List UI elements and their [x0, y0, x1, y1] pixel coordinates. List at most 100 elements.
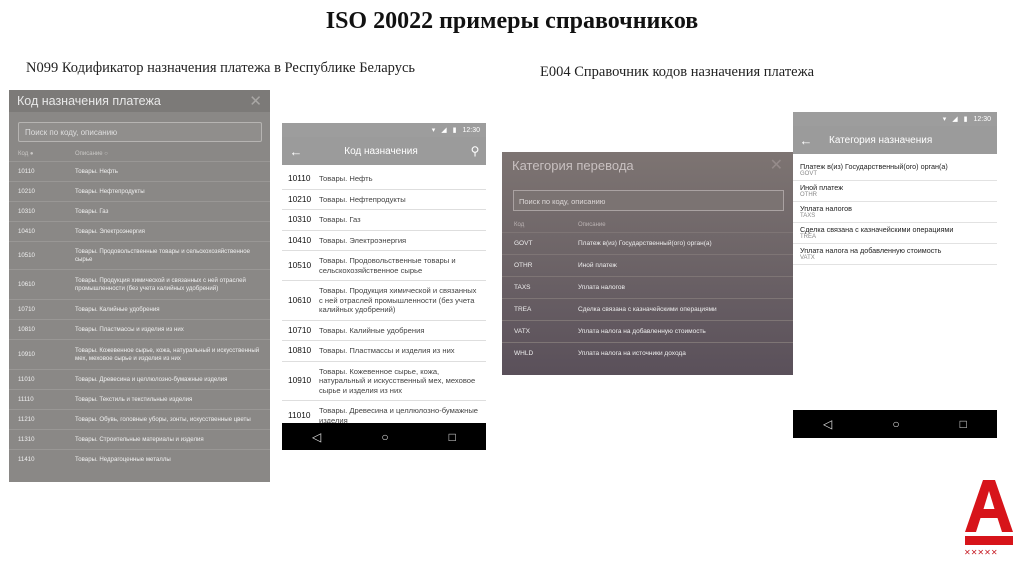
- list-item[interactable]: 10310 Товары. Газ: [282, 210, 486, 231]
- item-description: Товары. Электроэнергия: [319, 235, 407, 245]
- alfa-bank-logo-icon: [965, 480, 1013, 545]
- row-description: Товары. Электроэнергия: [75, 227, 145, 235]
- ornament-border-icon: ✕✕✕✕✕: [964, 548, 998, 557]
- android-nav-bar: ◁ ○ □: [282, 423, 486, 450]
- search-input[interactable]: Поиск по коду, описанию: [513, 190, 784, 211]
- table-row[interactable]: TREA Сделка связана с казначейскими опера…: [502, 298, 793, 320]
- table-row[interactable]: TAXS Уплата налогов: [502, 276, 793, 298]
- row-description: Товары. Калийные удобрения: [75, 305, 160, 313]
- table-row[interactable]: 10210 Товары. Нефтепродукты: [9, 181, 270, 201]
- search-input[interactable]: Поиск по коду, описанию: [18, 122, 262, 142]
- item-code: 10710: [288, 324, 312, 335]
- item-code: 10610: [288, 294, 312, 305]
- row-code: 10110: [18, 167, 35, 175]
- category-list: Платеж в(из) Государственный(ого) орган(…: [793, 154, 997, 265]
- row-description: Товары. Кожевенное сырье, кожа, натураль…: [75, 346, 260, 362]
- column-desc[interactable]: Описание: [578, 222, 606, 232]
- list-item[interactable]: Платеж в(из) Государственный(ого) орган(…: [793, 160, 997, 181]
- table-row[interactable]: 10910 Товары. Кожевенное сырье, кожа, нат…: [9, 339, 270, 369]
- wifi-icon: ▾: [942, 116, 947, 123]
- table-row[interactable]: 11210 Товары. Обувь, головные уборы, зонт…: [9, 409, 270, 429]
- column-desc[interactable]: Описание ○: [75, 151, 108, 157]
- column-headers: Код ● Описание ○: [9, 147, 270, 161]
- arrow-back-icon[interactable]: ←: [793, 133, 819, 148]
- row-code: 10910: [18, 350, 35, 358]
- row-code: 10510: [18, 251, 35, 259]
- table-row[interactable]: 10810 Товары. Пластмассы и изделия из них: [9, 319, 270, 339]
- table-row[interactable]: 11310 Товары. Строительные материалы и из…: [9, 429, 270, 449]
- dialog-title: Категория перевода: [512, 157, 634, 173]
- item-description: Товары. Кожевенное сырье, кожа, натураль…: [319, 366, 476, 395]
- list-item[interactable]: 10810 Товары. Пластмассы и изделия из них: [282, 341, 486, 362]
- table-row[interactable]: 10710 Товары. Калийные удобрения: [9, 299, 270, 319]
- nav-home-icon[interactable]: ○: [381, 430, 388, 444]
- row-code: 10410: [18, 227, 35, 235]
- table-row[interactable]: VATX Уплата налога на добавленную стоимос…: [502, 320, 793, 342]
- item-description: Товары. Продукция химической и связанных…: [319, 286, 477, 314]
- list-item[interactable]: 10510 Товары. Продовольственные товары и …: [282, 251, 486, 281]
- table-row[interactable]: WHLD Уплата налога на источники дохода: [502, 342, 793, 364]
- list-item[interactable]: Уплата налогов TAXS: [793, 202, 997, 223]
- row-code: 11410: [18, 455, 35, 463]
- item-code: VATX: [800, 255, 815, 261]
- list-item[interactable]: Иной платеж OTHR: [793, 181, 997, 202]
- nav-recent-icon[interactable]: □: [449, 430, 456, 444]
- table-row[interactable]: 10510 Товары. Продовольственные товары и …: [9, 241, 270, 269]
- transfer-category-dialog: Категория перевода ✕ Поиск по коду, опис…: [502, 152, 793, 375]
- row-code: 11110: [18, 395, 34, 403]
- status-bar: ▾ ◢ ▮ 12:30: [282, 123, 486, 137]
- item-code: 11010: [288, 409, 311, 420]
- nav-recent-icon[interactable]: □: [960, 417, 967, 431]
- column-code[interactable]: Код: [514, 222, 578, 232]
- mobile-purpose-code-screen: ▾ ◢ ▮ 12:30 ← Код назначения ⚲ 10110 Това…: [282, 123, 486, 450]
- close-icon[interactable]: ✕: [249, 92, 262, 110]
- arrow-back-icon[interactable]: ←: [284, 144, 308, 159]
- row-code: 11310: [18, 435, 35, 443]
- app-bar: ← Код назначения ⚲: [282, 137, 486, 165]
- item-name: Сделка связана с казначейскими операциям…: [800, 225, 954, 234]
- screen-title: Код назначения: [344, 145, 418, 157]
- list-item[interactable]: 10210 Товары. Нефтепродукты: [282, 190, 486, 210]
- row-description: Уплата налогов: [578, 284, 625, 291]
- item-code: 10810: [288, 345, 312, 355]
- item-name: Уплата налогов: [800, 204, 852, 213]
- item-code: 10410: [288, 234, 312, 245]
- list-item[interactable]: Сделка связана с казначейскими операциям…: [793, 223, 997, 244]
- table-row[interactable]: 10610 Товары. Продукция химической и связ…: [9, 269, 270, 299]
- list-item[interactable]: 10610 Товары. Продукция химической и связ…: [282, 281, 486, 321]
- item-description: Товары. Газ: [319, 215, 361, 224]
- close-icon[interactable]: ✕: [770, 155, 783, 175]
- table-row[interactable]: 11110 Товары. Текстиль и текстильные изде…: [9, 389, 270, 409]
- list-item[interactable]: 10110 Товары. Нефть: [282, 169, 486, 190]
- list-item[interactable]: 10910 Товары. Кожевенное сырье, кожа, нат…: [282, 362, 486, 401]
- row-description: Товары. Пластмассы и изделия из них: [75, 325, 184, 333]
- table-row[interactable]: 10310 Товары. Газ: [9, 201, 270, 221]
- nav-back-icon[interactable]: ◁: [823, 417, 832, 431]
- item-name: Платеж в(из) Государственный(ого) орган(…: [800, 162, 948, 171]
- signal-icon: ◢: [441, 127, 447, 134]
- nav-home-icon[interactable]: ○: [892, 417, 899, 431]
- item-code: TAXS: [800, 213, 816, 219]
- dialog-title: Код назначения платежа: [17, 94, 161, 108]
- list-item[interactable]: 10710 Товары. Калийные удобрения: [282, 321, 486, 341]
- table-row[interactable]: 11010 Товары. Древесина и целлюлозно-бума…: [9, 369, 270, 389]
- row-code: 11210: [18, 415, 35, 423]
- column-code[interactable]: Код ●: [18, 151, 75, 157]
- nav-back-icon[interactable]: ◁: [312, 430, 321, 444]
- row-code: VATX: [514, 328, 531, 335]
- list-item[interactable]: Уплата налога на добавленную стоимость VA…: [793, 244, 997, 265]
- table-row[interactable]: 10110 Товары. Нефть: [9, 161, 270, 181]
- list-item[interactable]: 10410 Товары. Электроэнергия: [282, 231, 486, 251]
- table-row[interactable]: 10410 Товары. Электроэнергия: [9, 221, 270, 241]
- row-description: Иной платеж: [578, 262, 617, 269]
- item-description: Товары. Продовольственные товары и сельс…: [319, 256, 456, 275]
- item-code: 10110: [288, 173, 311, 183]
- table-row[interactable]: OTHR Иной платеж: [502, 254, 793, 276]
- item-description: Товары. Пластмассы и изделия из них: [319, 346, 455, 355]
- search-icon[interactable]: ⚲: [464, 144, 486, 158]
- mobile-purpose-category-screen: ▾ ◢ ▮ 12:30 ← Категория назначения Плате…: [793, 112, 997, 438]
- table-row[interactable]: GOVT Платеж в(из) Государственный(ого) ор…: [502, 232, 793, 254]
- item-code: GOVT: [800, 171, 818, 177]
- row-description: Товары. Нефть: [75, 167, 118, 175]
- table-row[interactable]: 11410 Товары. Недрагоценные металлы: [9, 449, 270, 469]
